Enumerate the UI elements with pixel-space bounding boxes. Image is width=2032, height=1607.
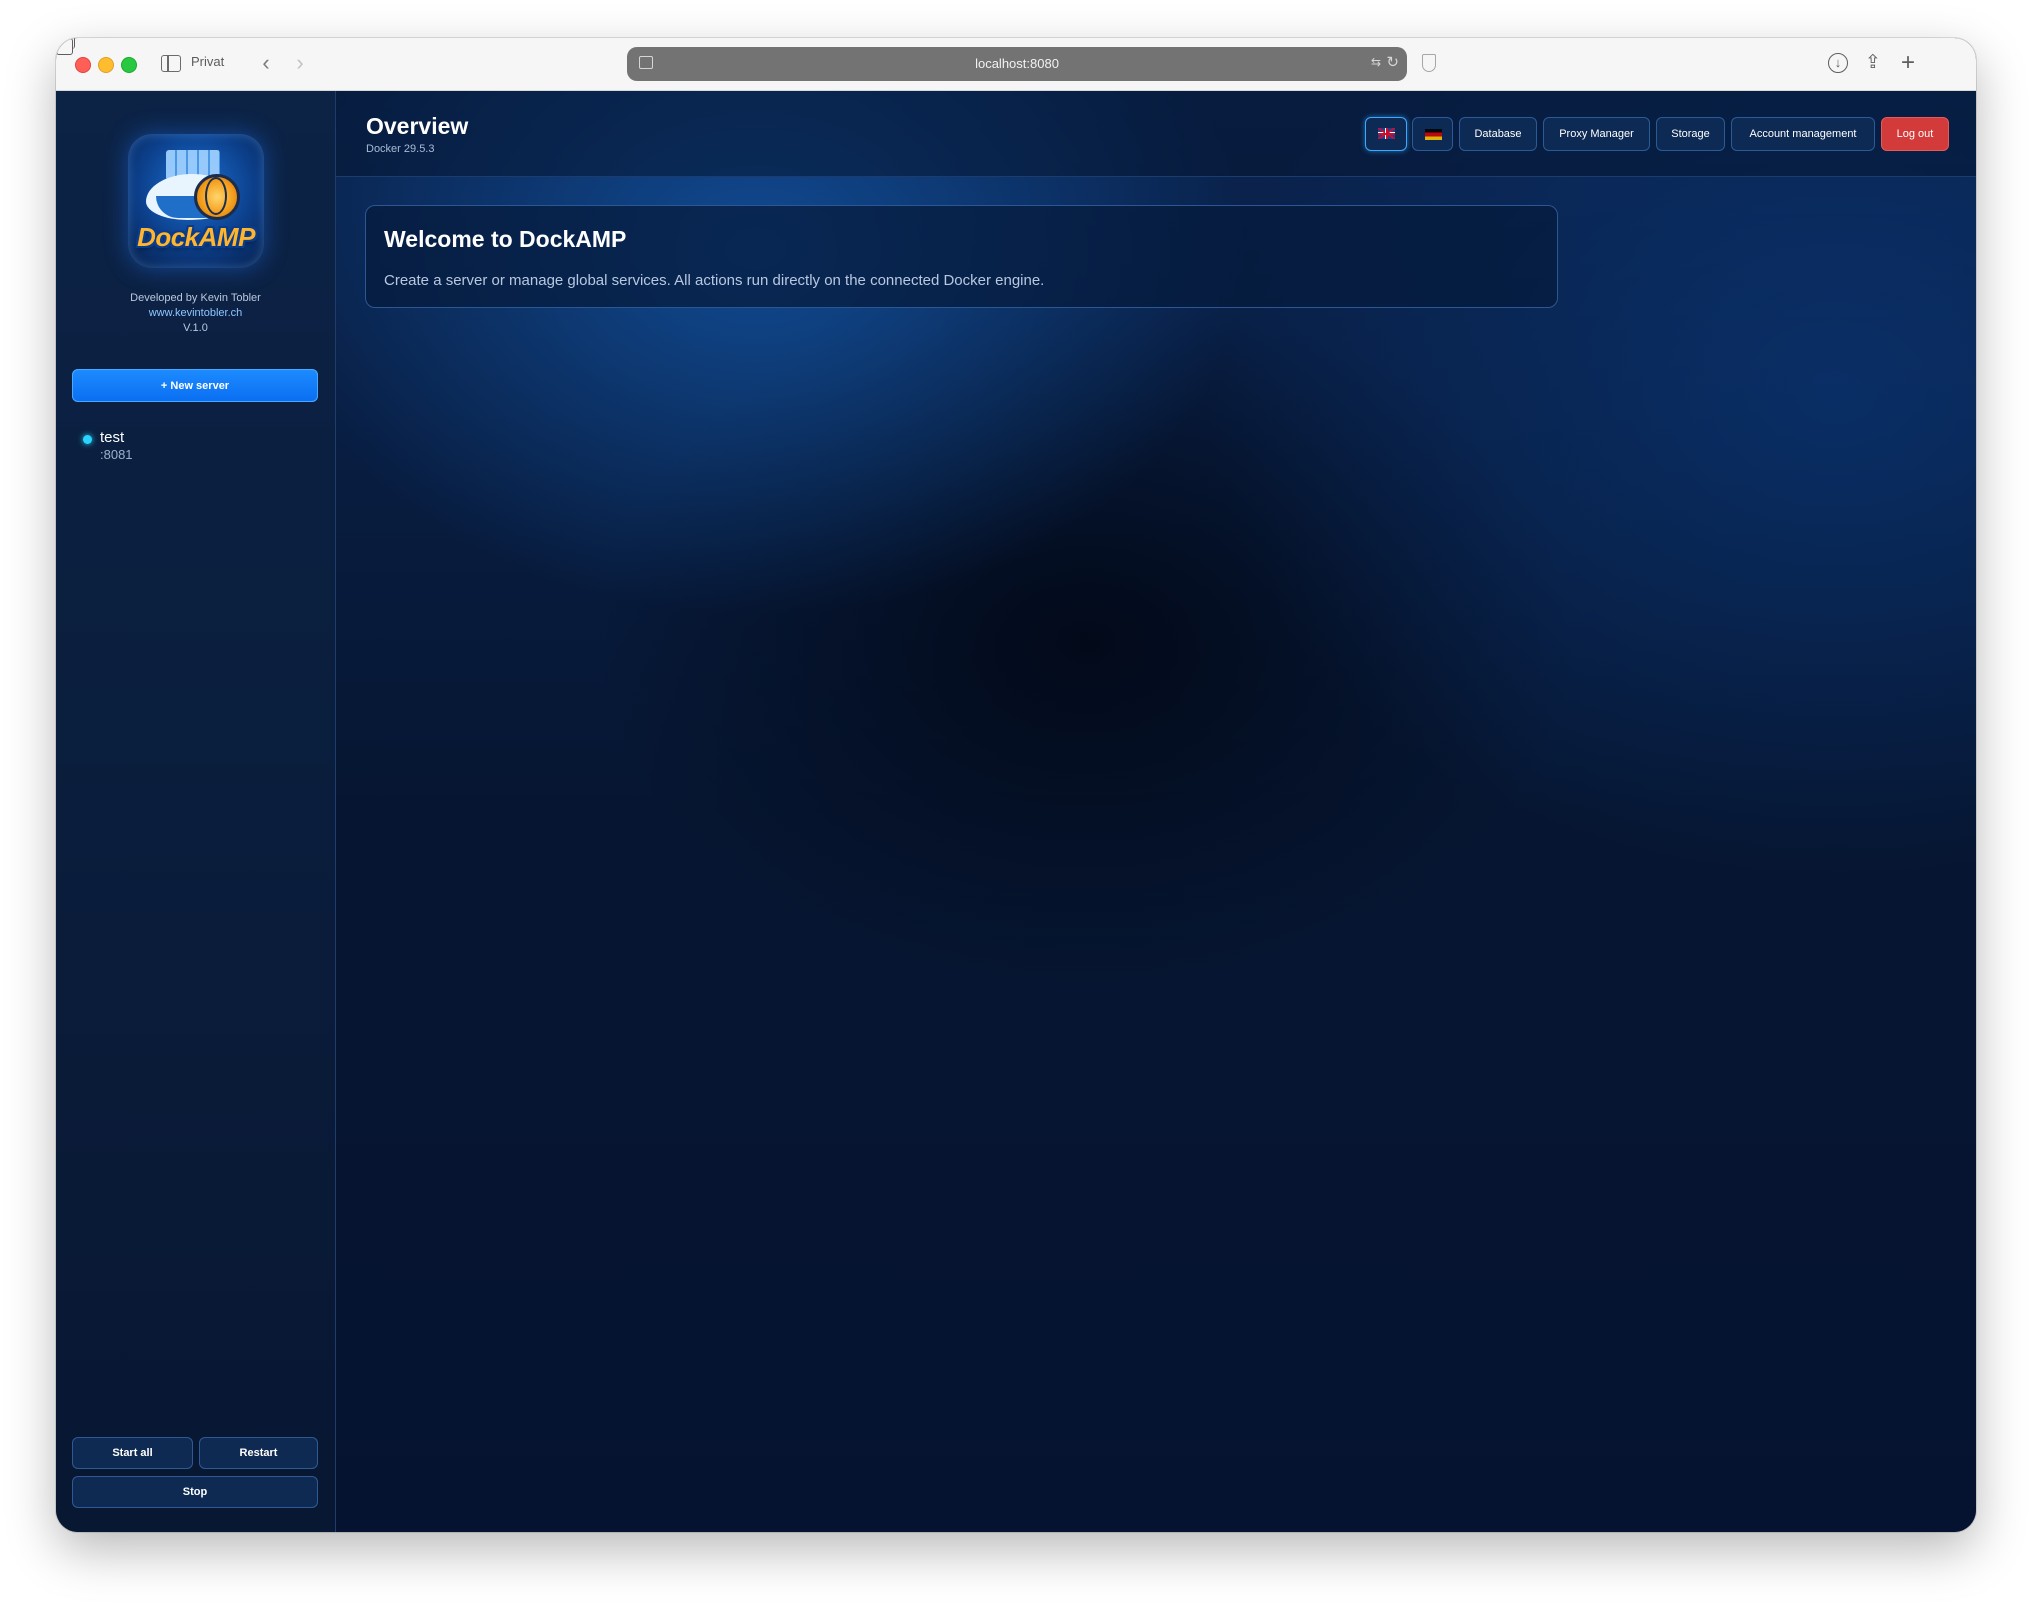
server-port: :8081 [100,447,133,462]
developer-website-link[interactable]: www.kevintobler.ch [56,306,335,321]
sidebar-toggle-icon[interactable] [161,55,181,72]
reload-icon[interactable]: ↻ [1386,53,1399,71]
page-header: Overview Docker 29.5.3 Database Proxy Ma… [336,91,1976,177]
page-title: Overview [366,113,469,139]
storage-button[interactable]: Storage [1656,117,1725,151]
welcome-text: Create a server or manage global service… [384,272,1045,289]
language-english-button[interactable] [1365,117,1407,151]
url-text: localhost:8080 [975,56,1059,71]
server-name: test [100,429,125,446]
globe-icon [194,174,240,220]
proxy-manager-button[interactable]: Proxy Manager [1543,117,1650,151]
stop-button[interactable]: Stop [72,1476,318,1508]
language-german-button[interactable] [1412,117,1453,151]
zoom-window-button[interactable] [121,57,137,73]
server-list-item[interactable]: test :8081 [72,429,318,469]
browser-toolbar: Privat ‹ › localhost:8080 ⇆ ↻ ↓ ⇪ + [56,38,1976,91]
back-arrow-icon[interactable]: ‹ [252,50,280,78]
database-button[interactable]: Database [1459,117,1537,151]
server-status-indicator [83,435,92,444]
de-flag-icon [1425,129,1442,140]
app-version: V.1.0 [183,322,208,334]
en-flag-icon [1378,128,1395,139]
sidebar: DockAMP Developed by Kevin Tobler www.ke… [56,91,336,1532]
logo-text: DockAMP [137,222,255,252]
forward-arrow-icon[interactable]: › [286,50,314,78]
app: DockAMP Developed by Kevin Tobler www.ke… [56,91,1976,1532]
translate-icon[interactable]: ⇆ [1371,55,1381,69]
docker-version: Docker 29.5.3 [366,143,435,155]
close-window-button[interactable] [75,57,91,73]
private-mode-label: Privat [191,54,225,69]
main-content: Overview Docker 29.5.3 Database Proxy Ma… [336,91,1976,1532]
browser-window: Privat ‹ › localhost:8080 ⇆ ↻ ↓ ⇪ + Dock… [56,38,1976,1532]
account-management-button[interactable]: Account management [1731,117,1875,151]
welcome-card: Welcome to DockAMP Create a server or ma… [365,205,1558,308]
minimize-window-button[interactable] [98,57,114,73]
share-icon[interactable]: ⇪ [1865,51,1881,75]
address-bar[interactable]: localhost:8080 ⇆ ↻ [627,47,1407,81]
logout-button[interactable]: Log out [1881,117,1949,151]
dockamp-logo: DockAMP [128,134,264,268]
start-all-button[interactable]: Start all [72,1437,193,1469]
download-icon[interactable]: ↓ [1828,53,1848,73]
new-server-button[interactable]: + New server [72,369,318,402]
restart-button[interactable]: Restart [199,1437,318,1469]
welcome-title: Welcome to DockAMP [384,226,627,252]
new-tab-icon[interactable]: + [1901,51,1915,75]
tab-overview-icon[interactable] [56,38,73,55]
privacy-shield-icon[interactable] [1422,54,1436,72]
developer-credit: Developed by Kevin Tobler [130,292,261,304]
